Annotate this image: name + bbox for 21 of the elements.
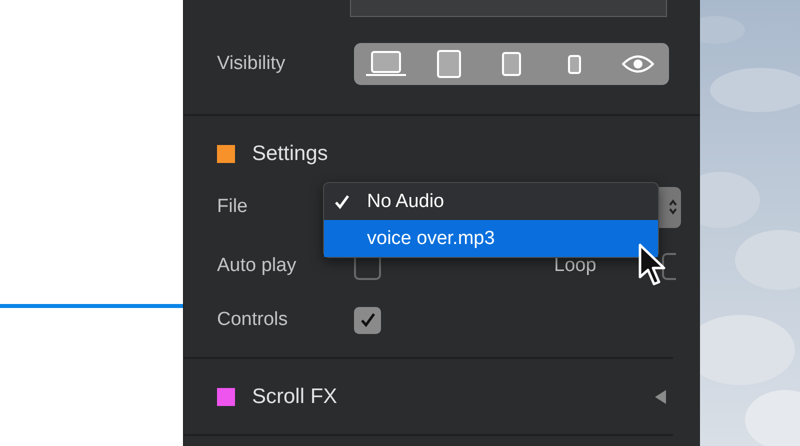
eye-icon [622, 55, 654, 73]
laptop-icon [366, 51, 406, 77]
section-title: Scroll FX [252, 385, 338, 409]
menu-item[interactable]: No Audio [324, 183, 658, 220]
phone-icon [568, 54, 581, 74]
chevron-icon [668, 198, 678, 216]
field-label: Controls [217, 309, 289, 331]
cursor-icon [638, 243, 668, 287]
field-label: File [217, 196, 249, 218]
tablet-icon [436, 50, 460, 78]
input-field[interactable] [350, 0, 667, 17]
field-label: Auto play [217, 255, 298, 277]
section-title: Settings [252, 142, 328, 166]
field-label: Loop [554, 255, 598, 277]
checkmark-icon [334, 194, 350, 210]
field-label: Visibility [217, 53, 286, 75]
menu-item[interactable]: voice over.mp3 [324, 220, 658, 257]
checkbox[interactable] [354, 306, 381, 334]
checkmark-icon [360, 312, 376, 328]
tablet-icon [502, 52, 521, 76]
collapse-triangle-icon[interactable] [655, 390, 666, 404]
